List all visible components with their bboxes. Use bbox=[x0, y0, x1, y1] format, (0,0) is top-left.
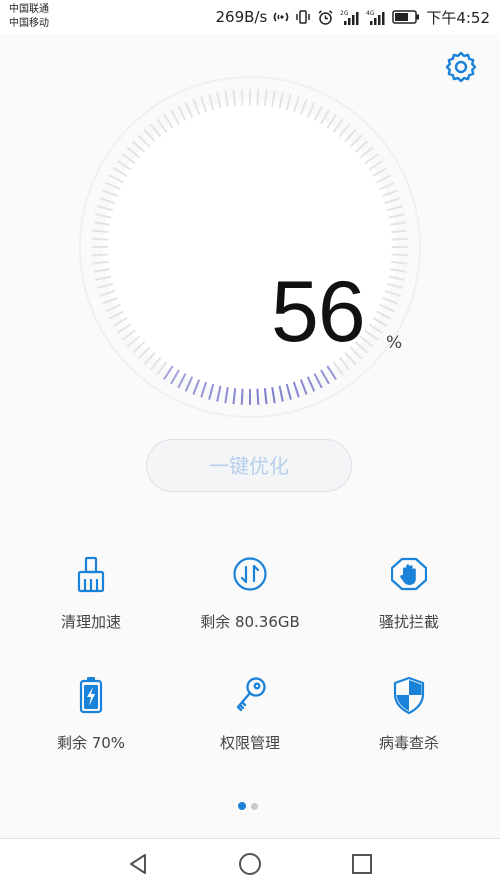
battery-icon bbox=[392, 10, 420, 24]
tile-harassment-block[interactable]: 骚扰拦截 bbox=[334, 548, 484, 658]
status-time: 下午4:52 bbox=[426, 8, 490, 27]
gauge-tick bbox=[256, 89, 260, 106]
tile-label: 清理加速 bbox=[60, 613, 121, 631]
settings-button[interactable] bbox=[445, 51, 477, 83]
page-dot-active[interactable] bbox=[238, 802, 246, 810]
shield-icon bbox=[391, 675, 427, 715]
tile-storage[interactable]: 剩余 80.36GB bbox=[175, 548, 325, 658]
tile-label: 剩余 70% bbox=[56, 734, 126, 752]
gauge-tick bbox=[92, 237, 109, 241]
tile-label: 病毒查杀 bbox=[378, 734, 439, 752]
gauge-tick-active bbox=[256, 388, 260, 405]
home-icon bbox=[237, 853, 263, 881]
page-indicator bbox=[238, 802, 258, 810]
tile-virus-scan[interactable]: 病毒查杀 bbox=[334, 669, 484, 779]
gear-icon bbox=[445, 51, 477, 87]
tile-battery[interactable]: 剩余 70% bbox=[16, 669, 166, 779]
broom-icon bbox=[73, 554, 109, 594]
nfc-icon bbox=[273, 9, 289, 25]
gauge-ring bbox=[79, 76, 421, 418]
tile-label: 骚扰拦截 bbox=[378, 613, 439, 631]
status-icons: 269B/s 2G 4G 下午4:52 bbox=[216, 6, 490, 28]
tile-clean-speedup[interactable]: 清理加速 bbox=[16, 548, 166, 658]
tile-label: 剩余 80.36GB bbox=[200, 613, 300, 631]
carrier-2: 中国移动 bbox=[9, 18, 49, 29]
storage-arrows-icon bbox=[232, 554, 268, 594]
gauge-unit: % bbox=[386, 333, 403, 353]
home-button[interactable] bbox=[237, 851, 263, 877]
tile-label: 权限管理 bbox=[219, 734, 280, 752]
signal-2g-icon: 2G bbox=[340, 9, 360, 26]
gauge-tick bbox=[92, 253, 109, 257]
carrier-1: 中国联通 bbox=[9, 4, 49, 15]
tile-permissions[interactable]: 权限管理 bbox=[175, 669, 325, 779]
carrier-info: 中国联通 中国移动 bbox=[9, 3, 49, 31]
back-button[interactable] bbox=[126, 851, 152, 877]
battery-charge-icon bbox=[73, 675, 109, 715]
key-icon bbox=[232, 675, 268, 715]
one-click-optimize-button[interactable]: 一键优化 bbox=[146, 439, 352, 492]
gauge-tick-active bbox=[240, 388, 244, 405]
recents-icon bbox=[349, 854, 375, 881]
back-icon bbox=[126, 854, 152, 881]
svg-text:2G: 2G bbox=[340, 10, 349, 17]
gauge-value: 56 bbox=[271, 264, 366, 360]
svg-text:4G: 4G bbox=[366, 10, 375, 17]
memory-gauge[interactable]: 56 % bbox=[75, 72, 425, 422]
vibrate-icon bbox=[295, 9, 311, 25]
navigation-bar bbox=[0, 838, 500, 890]
hand-block-icon bbox=[390, 554, 428, 594]
alarm-icon bbox=[317, 9, 334, 26]
gauge-tick bbox=[240, 89, 244, 106]
network-speed: 269B/s bbox=[215, 8, 268, 26]
gauge-tick bbox=[391, 253, 408, 257]
recents-button[interactable] bbox=[349, 851, 375, 877]
page-dot[interactable] bbox=[251, 802, 258, 810]
gauge-tick bbox=[391, 237, 408, 241]
status-bar: 中国联通 中国移动 269B/s 2G 4G 下午4:52 bbox=[0, 0, 500, 34]
signal-4g-icon: 4G bbox=[366, 9, 386, 26]
